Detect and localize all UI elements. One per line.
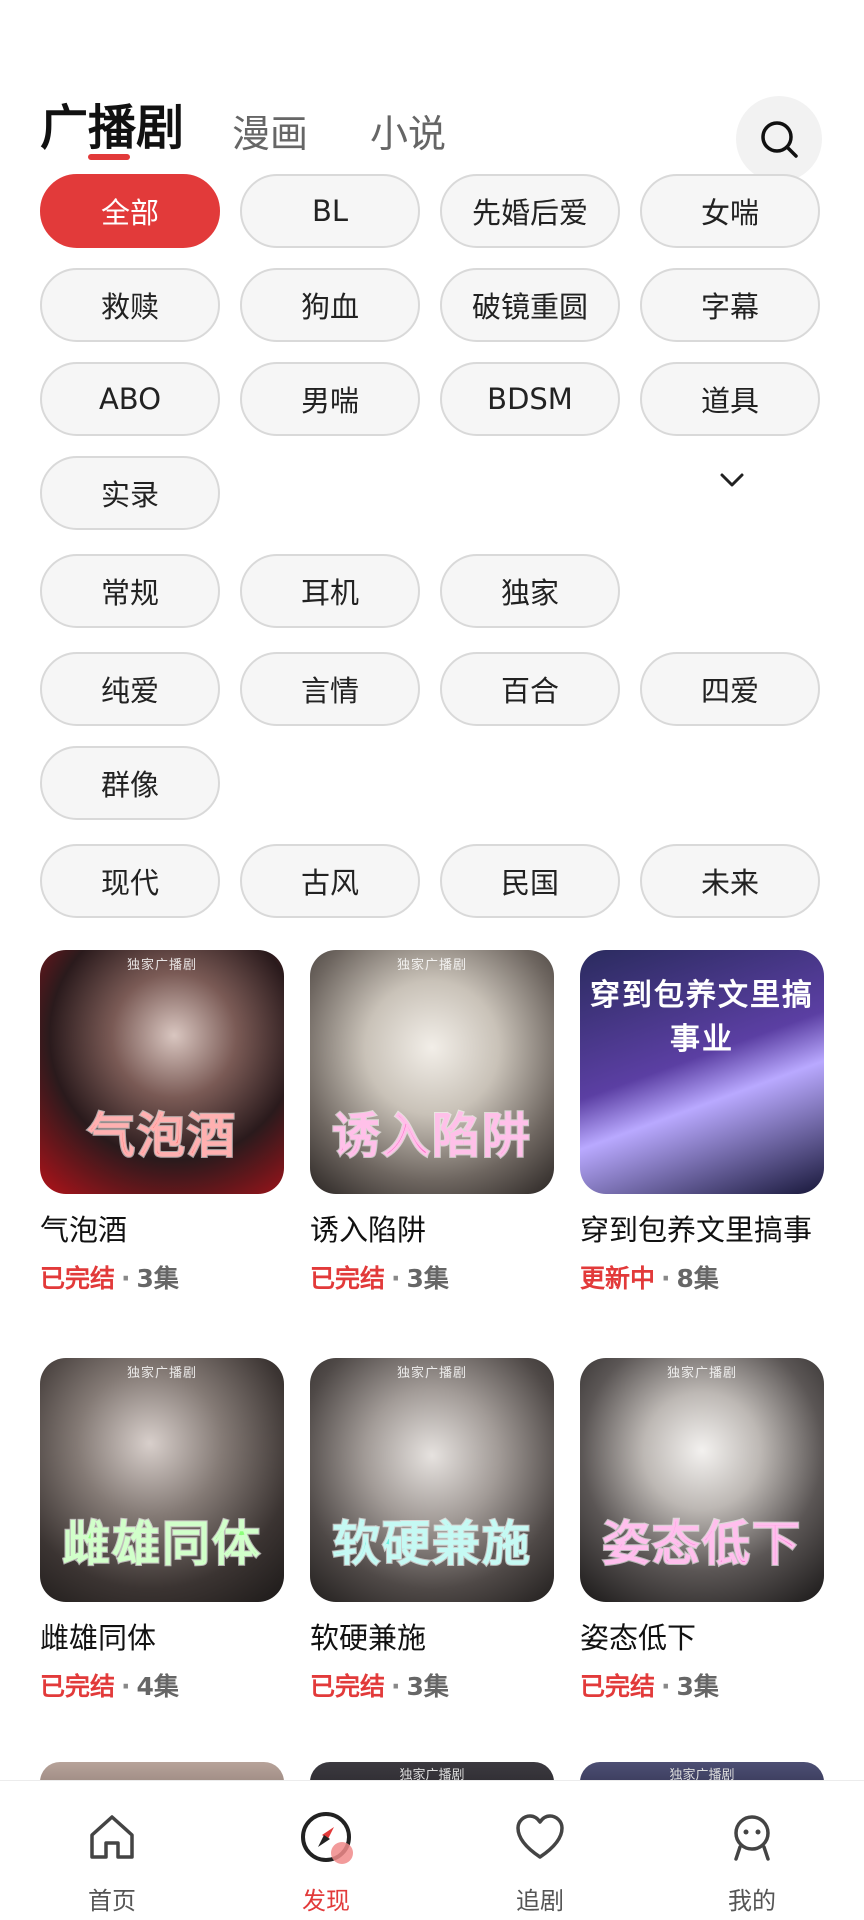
active-tab-indicator — [88, 154, 130, 160]
status-badge: 已完结 — [40, 1672, 116, 1701]
filter-chip[interactable]: 现代 — [40, 844, 220, 918]
drama-title: 雌雄同体 — [40, 1621, 157, 1655]
episode-count: 3集 — [136, 1264, 179, 1293]
nav-label: 首页 — [88, 1887, 136, 1915]
cover-title: 诱入陷阱 — [331, 1107, 532, 1165]
filter-chip[interactable]: 言情 — [240, 652, 420, 726]
filter-chip-all[interactable]: 全部 — [40, 174, 220, 248]
episode-count: 4集 — [136, 1672, 179, 1701]
filter-chip[interactable]: 实录 — [40, 456, 220, 530]
drama-cover: 独家广播剧 姿态低下 — [580, 1358, 824, 1602]
filter-chip[interactable]: 纯爱 — [40, 652, 220, 726]
drama-title: 软硬兼施 — [310, 1621, 427, 1655]
episode-count: 3集 — [406, 1672, 449, 1701]
status-badge: 已完结 — [310, 1672, 386, 1701]
filter-chip[interactable]: BDSM — [440, 362, 620, 436]
chevron-down-icon — [720, 473, 744, 487]
filter-chip[interactable]: 独家 — [440, 554, 620, 628]
drama-card[interactable]: 独家广播剧 气泡酒 气泡酒 已完结 · 3集 — [40, 950, 284, 1296]
filter-chip[interactable]: 道具 — [640, 362, 820, 436]
cover-title: 雌雄同体 — [61, 1515, 262, 1573]
nav-home[interactable]: 首页 — [4, 1781, 220, 1920]
filter-chip[interactable]: BL — [240, 174, 420, 248]
category-tabs: 广播剧 漫画 小说 — [40, 92, 840, 172]
drama-meta: 已完结 · 3集 — [580, 1672, 719, 1701]
drama-cover: 穿到包养文里搞事业 — [580, 950, 824, 1194]
drama-title: 气泡酒 — [40, 1213, 128, 1247]
drama-title: 诱入陷阱 — [310, 1213, 427, 1247]
filter-chip[interactable]: 救赎 — [40, 268, 220, 342]
drama-meta: 已完结 · 3集 — [310, 1672, 449, 1701]
episode-count: 3集 — [676, 1672, 719, 1701]
drama-title: 穿到包养文里搞事 — [580, 1213, 813, 1247]
filter-chip[interactable]: 女喘 — [640, 174, 820, 248]
drama-card[interactable]: 独家广播剧 软硬兼施 软硬兼施 已完结 · 3集 — [310, 1358, 554, 1704]
filter-chip[interactable]: 未来 — [640, 844, 820, 918]
drama-card[interactable]: 穿到包养文里搞事业 穿到包养文里搞事 更新中 · 8集 — [580, 950, 824, 1296]
drama-title: 姿态低下 — [580, 1621, 697, 1655]
episode-count: 3集 — [406, 1264, 449, 1293]
filter-chip[interactable]: 先婚后爱 — [440, 174, 620, 248]
filter-chip[interactable]: 群像 — [40, 746, 220, 820]
status-badge: 已完结 — [580, 1672, 656, 1701]
drama-meta: 已完结 · 3集 — [40, 1264, 179, 1293]
status-badge: 更新中 — [580, 1264, 656, 1293]
profile-icon — [734, 1815, 770, 1861]
drama-meta: 已完结 · 4集 — [40, 1672, 179, 1701]
filter-chip[interactable]: 百合 — [440, 652, 620, 726]
cover-title: 气泡酒 — [86, 1107, 237, 1165]
cover-title: 穿到包养文里搞事业 — [590, 978, 814, 1057]
cover-title: 姿态低下 — [601, 1515, 802, 1573]
nav-profile[interactable]: 我的 — [644, 1781, 860, 1920]
search-icon — [761, 121, 798, 158]
expand-filters-button[interactable] — [714, 462, 750, 498]
bottom-nav: 首页 发现 追剧 我的 — [0, 1780, 864, 1920]
cover-tag: 独家广播剧 — [126, 1366, 197, 1381]
nav-discover[interactable]: 发现 — [218, 1781, 434, 1920]
status-badge: 已完结 — [40, 1264, 116, 1293]
drama-cover: 独家广播剧 气泡酒 — [40, 950, 284, 1194]
cover-tag: 独家广播剧 — [126, 958, 197, 973]
filter-chip[interactable]: 民国 — [440, 844, 620, 918]
drama-cover: 独家广播剧 雌雄同体 — [40, 1358, 284, 1602]
nav-label: 发现 — [302, 1887, 350, 1915]
filter-chip[interactable]: 破镜重圆 — [440, 268, 620, 342]
drama-card[interactable]: 独家广播剧 雌雄同体 雌雄同体 已完结 · 4集 — [40, 1358, 284, 1704]
nav-following[interactable]: 追剧 — [432, 1781, 648, 1920]
filter-chip[interactable]: 耳机 — [240, 554, 420, 628]
cover-tag: 独家广播剧 — [396, 1366, 467, 1381]
cover-tag: 独家广播剧 — [666, 1366, 737, 1381]
cover-title: 软硬兼施 — [331, 1515, 532, 1573]
drama-meta: 更新中 · 8集 — [580, 1264, 719, 1293]
drama-cover: 独家广播剧 软硬兼施 — [310, 1358, 554, 1602]
episode-count: 8集 — [676, 1264, 719, 1293]
drama-meta: 已完结 · 3集 — [310, 1264, 449, 1293]
filter-chip[interactable]: 狗血 — [240, 268, 420, 342]
nav-label: 我的 — [728, 1887, 776, 1915]
filter-chip[interactable]: 四爱 — [640, 652, 820, 726]
filter-chip[interactable]: 常规 — [40, 554, 220, 628]
home-icon — [90, 1815, 134, 1859]
cover-tag: 独家广播剧 — [396, 958, 467, 973]
filter-chip[interactable]: 字幕 — [640, 268, 820, 342]
drama-cover: 独家广播剧 诱入陷阱 — [310, 950, 554, 1194]
nav-label: 追剧 — [516, 1887, 564, 1915]
search-button[interactable] — [736, 96, 822, 182]
status-badge: 已完结 — [310, 1264, 386, 1293]
compass-icon — [301, 1812, 353, 1864]
tab-novels[interactable]: 小说 — [370, 98, 446, 170]
filter-chip[interactable]: 男喘 — [240, 362, 420, 436]
drama-card[interactable]: 独家广播剧 诱入陷阱 诱入陷阱 已完结 · 3集 — [310, 950, 554, 1296]
filter-chip[interactable]: ABO — [40, 362, 220, 436]
filter-chip[interactable]: 古风 — [240, 844, 420, 918]
tab-comics[interactable]: 漫画 — [232, 98, 308, 170]
drama-card[interactable]: 独家广播剧 姿态低下 姿态低下 已完结 · 3集 — [580, 1358, 824, 1704]
heart-icon — [516, 1814, 564, 1859]
